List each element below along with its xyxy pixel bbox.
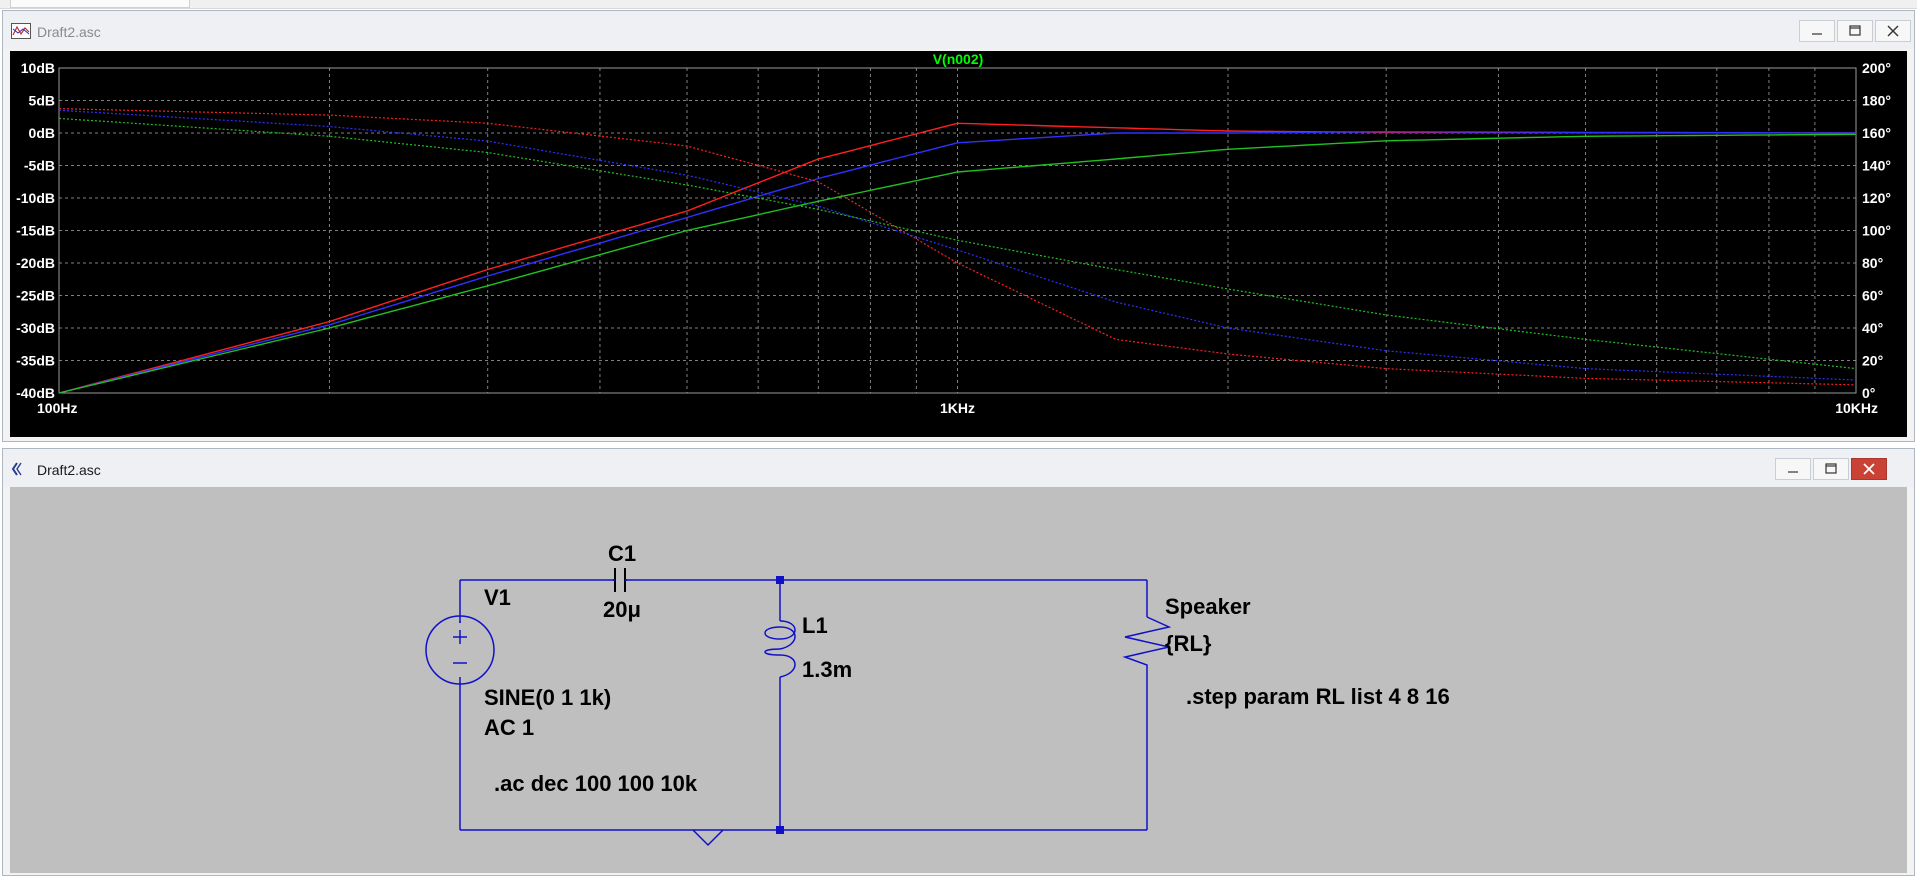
plot-area[interactable]: 10dB 5dB 0dB -5dB -10dB -15dB -20dB -25dB -30dB -… bbox=[10, 51, 1907, 437]
y-tick-left: -5dB bbox=[24, 158, 55, 174]
minimize-icon bbox=[1812, 33, 1822, 35]
y-tick-left: 0dB bbox=[29, 125, 55, 141]
schematic-canvas[interactable]: C1 20μ V1 SINE(0 1 1k) AC 1 .ac dec 100 … bbox=[10, 487, 1907, 873]
y-tick-left: -25dB bbox=[16, 288, 55, 304]
close-icon bbox=[1863, 463, 1875, 475]
ac-directive[interactable]: .ac dec 100 100 10k bbox=[494, 771, 698, 796]
y-axis-left: 10dB 5dB 0dB -5dB -10dB -15dB -20dB -25dB -30dB -… bbox=[16, 60, 55, 401]
schematic-window-icon bbox=[11, 462, 22, 476]
maximize-button[interactable] bbox=[1813, 458, 1849, 480]
x-tick: 10KHz bbox=[1835, 400, 1878, 416]
y-axis-right: 200° 180° 160° 140° 120° 100° 80° 60° 40° 20° 0° bbox=[1862, 60, 1891, 401]
c1-name: C1 bbox=[608, 541, 636, 566]
schematic-drawing[interactable]: C1 20μ V1 SINE(0 1 1k) AC 1 .ac dec 100 … bbox=[10, 487, 1907, 873]
l1-name: L1 bbox=[802, 613, 828, 638]
maximize-button[interactable] bbox=[1837, 20, 1873, 42]
y-tick-left: -30dB bbox=[16, 320, 55, 336]
plot-grid bbox=[58, 67, 1857, 394]
schematic-window-title: Draft2.asc bbox=[37, 462, 101, 478]
bode-plot[interactable]: 10dB 5dB 0dB -5dB -10dB -15dB -20dB -25dB -30dB -… bbox=[10, 51, 1907, 437]
y-tick-right: 180° bbox=[1862, 93, 1891, 109]
series-line-3[interactable] bbox=[58, 133, 1857, 394]
capacitor-c1[interactable] bbox=[613, 568, 627, 592]
v1-value: SINE(0 1 1k) bbox=[484, 685, 611, 710]
close-button[interactable] bbox=[1875, 20, 1911, 42]
trace-label[interactable]: V(n002) bbox=[933, 51, 984, 67]
close-button[interactable] bbox=[1851, 458, 1887, 480]
y-tick-right: 20° bbox=[1862, 353, 1883, 369]
v1-ac: AC 1 bbox=[484, 715, 534, 740]
schematic-titlebar[interactable]: Draft2.asc bbox=[3, 449, 1914, 487]
y-tick-right: 80° bbox=[1862, 255, 1883, 271]
y-tick-left: -10dB bbox=[16, 190, 55, 206]
close-icon bbox=[1887, 25, 1899, 37]
minimize-button[interactable] bbox=[1775, 458, 1811, 480]
step-directive[interactable]: .step param RL list 4 8 16 bbox=[1186, 684, 1450, 709]
y-tick-left: -35dB bbox=[16, 353, 55, 369]
y-tick-left: -15dB bbox=[16, 223, 55, 239]
y-tick-right: 200° bbox=[1862, 60, 1891, 76]
waveform-window-title: Draft2.asc bbox=[37, 24, 101, 40]
y-tick-right: 160° bbox=[1862, 125, 1891, 141]
y-tick-right: 40° bbox=[1862, 320, 1883, 336]
y-tick-right: 60° bbox=[1862, 288, 1883, 304]
y-tick-left: 5dB bbox=[29, 93, 55, 109]
maximize-icon bbox=[1849, 25, 1861, 36]
y-tick-left: -20dB bbox=[16, 255, 55, 271]
waveform-window-icon bbox=[11, 23, 31, 39]
v1-name: V1 bbox=[484, 585, 511, 610]
ground-symbol[interactable] bbox=[692, 829, 724, 847]
speaker-resistor[interactable] bbox=[1122, 616, 1172, 672]
inductor-l1[interactable] bbox=[764, 620, 796, 678]
minimize-button[interactable] bbox=[1799, 20, 1835, 42]
waveform-window: Draft2.asc 10dB 5dB 0dB -5dB -10dB -15dB -20dB… bbox=[2, 10, 1915, 442]
y-tick-right: 120° bbox=[1862, 190, 1891, 206]
x-axis: 100Hz 1KHz 10KHz bbox=[37, 400, 1878, 416]
speaker-value: {RL} bbox=[1165, 631, 1212, 656]
top-app-strip bbox=[0, 0, 1917, 9]
series-line-4[interactable] bbox=[58, 108, 1857, 386]
speaker-name: Speaker bbox=[1165, 594, 1251, 619]
minimize-icon bbox=[1788, 471, 1798, 473]
c1-value: 20μ bbox=[603, 597, 641, 622]
tab-fragment[interactable] bbox=[10, 0, 190, 8]
l1-value: 1.3m bbox=[802, 657, 852, 682]
x-tick: 100Hz bbox=[37, 400, 77, 416]
y-tick-right: 100° bbox=[1862, 223, 1891, 239]
x-tick: 1KHz bbox=[940, 400, 975, 416]
y-tick-right: 140° bbox=[1862, 158, 1891, 174]
waveform-titlebar[interactable]: Draft2.asc bbox=[3, 11, 1914, 49]
junction-top[interactable] bbox=[776, 576, 784, 584]
voltage-source-v1[interactable] bbox=[425, 615, 495, 685]
junction-bottom[interactable] bbox=[776, 826, 784, 834]
y-tick-left: -40dB bbox=[16, 385, 55, 401]
y-tick-left: 10dB bbox=[21, 60, 55, 76]
schematic-window: Draft2.asc C1 20μ V1 SINE(0 1 1k) AC 1 .… bbox=[2, 448, 1915, 876]
y-tick-right: 0° bbox=[1862, 385, 1875, 401]
maximize-icon bbox=[1825, 463, 1837, 474]
